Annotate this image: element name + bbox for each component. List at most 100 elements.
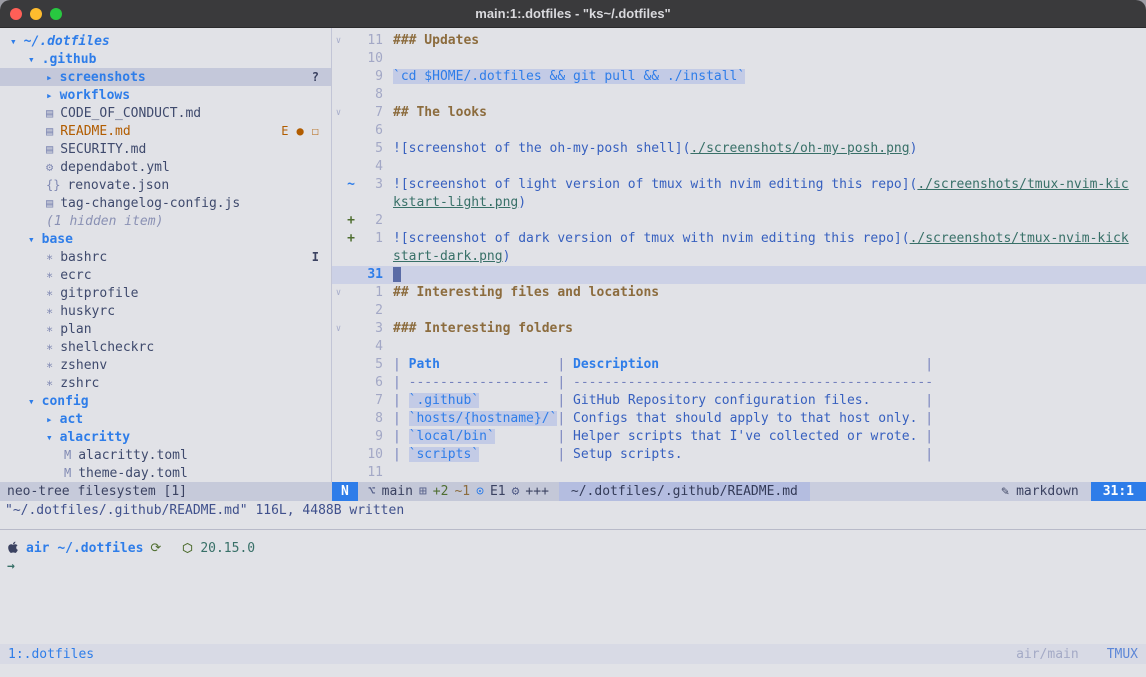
editor-line[interactable]: 5| Path | Description |: [332, 356, 1146, 374]
titlebar[interactable]: main:1:.dotfiles - "ks~/.dotfiles": [0, 0, 1146, 28]
neotree-panel[interactable]: ▾~/.dotfiles▾.github▸screenshots?▸workfl…: [0, 28, 332, 482]
editor-line[interactable]: +1![screenshot of dark version of tmux w…: [332, 230, 1146, 248]
sign-column: [345, 356, 357, 374]
editor-line[interactable]: 7| `.github` | GitHub Repository configu…: [332, 392, 1146, 410]
tree-item-gitprofile[interactable]: ∗gitprofile: [0, 284, 331, 302]
tree-item-github[interactable]: ▾.github: [0, 50, 331, 68]
text-segment-txt: ): [518, 195, 526, 210]
line-number: 9: [357, 428, 383, 446]
tree-item-config[interactable]: ▾config: [0, 392, 331, 410]
line-number: 9: [357, 68, 383, 86]
tree-item-zshenv[interactable]: ∗zshenv: [0, 356, 331, 374]
tree-item-label: zshrc: [60, 376, 99, 391]
editor-line[interactable]: 4: [332, 158, 1146, 176]
line-text: ## Interesting files and locations: [393, 284, 659, 302]
editor-line[interactable]: ∨7## The looks: [332, 104, 1146, 122]
tree-item-1-hidden-item[interactable]: (1 hidden item): [0, 212, 331, 230]
text-segment-pipe: |: [917, 357, 933, 372]
tree-item-dependabot-yml[interactable]: ⚙dependabot.yml: [0, 158, 331, 176]
editor-line[interactable]: 9`cd $HOME/.dotfiles && git pull && ./in…: [332, 68, 1146, 86]
tree-item-plan[interactable]: ∗plan: [0, 320, 331, 338]
fold-column: [332, 248, 345, 266]
prompt-cwd: ~/.dotfiles: [57, 541, 143, 556]
editor-line[interactable]: 8| `hosts/{hostname}/`| Configs that sho…: [332, 410, 1146, 428]
fold-chevron-icon[interactable]: ∨: [332, 32, 345, 50]
editor-line[interactable]: start-dark.png): [332, 248, 1146, 266]
tree-item-code-of-conduct-md[interactable]: ▤CODE_OF_CONDUCT.md: [0, 104, 331, 122]
line-number: 4: [357, 158, 383, 176]
shell-pane[interactable]: air ~/.dotfiles ⟳ 20.15.0 →: [0, 529, 1146, 644]
tmux-statusbar-right: air/main TMUX: [1016, 647, 1138, 662]
window-title: main:1:.dotfiles - "ks~/.dotfiles": [0, 6, 1146, 21]
editor-cursor-line[interactable]: 31: [332, 266, 1146, 284]
editor-line[interactable]: +2: [332, 212, 1146, 230]
editor-line[interactable]: 9| `local/bin` | Helper scripts that I'v…: [332, 428, 1146, 446]
text-segment-txt: [479, 447, 557, 462]
editor-line[interactable]: 4: [332, 338, 1146, 356]
tree-item-tag-changelog-config-js[interactable]: ▤tag-changelog-config.js: [0, 194, 331, 212]
tree-item-label: alacritty.toml: [78, 448, 188, 463]
zoom-button[interactable]: [50, 8, 62, 20]
sign-column: [345, 140, 357, 158]
tree-item-alacritty[interactable]: ▾alacritty: [0, 428, 331, 446]
line-number: 7: [357, 104, 383, 122]
tree-item-security-md[interactable]: ▤SECURITY.md: [0, 140, 331, 158]
fold-chevron-icon[interactable]: ∨: [332, 320, 345, 338]
line-number: 4: [357, 338, 383, 356]
filetype-label: markdown: [1016, 482, 1079, 501]
tree-item-bashrc[interactable]: ∗bashrcI: [0, 248, 331, 266]
editor-panel[interactable]: ∨11### Updates109`cd $HOME/.dotfiles && …: [332, 28, 1146, 482]
tree-item-renovate-json[interactable]: {}renovate.json: [0, 176, 331, 194]
markdown-file-icon: ▤: [46, 142, 53, 156]
editor-line[interactable]: 11: [332, 464, 1146, 482]
fold-column: [332, 464, 345, 482]
line-text: | Path | Description |: [393, 356, 933, 374]
text-segment-pipe: |: [557, 429, 573, 444]
tree-item-shellcheckrc[interactable]: ∗shellcheckrc: [0, 338, 331, 356]
shell-input-line[interactable]: →: [7, 559, 1146, 577]
close-button[interactable]: [10, 8, 22, 20]
bottom-margin: [0, 664, 1146, 677]
shell-rc-file-icon: ∗: [46, 358, 53, 372]
editor-line[interactable]: kstart-light.png): [332, 194, 1146, 212]
editor-line[interactable]: ~3![screenshot of light version of tmux …: [332, 176, 1146, 194]
apple-icon: [7, 541, 19, 555]
tmux-window-label[interactable]: 1:.dotfiles: [8, 647, 94, 662]
tree-item-act[interactable]: ▸act: [0, 410, 331, 428]
editor-line[interactable]: 5![screenshot of the oh-my-posh shell](.…: [332, 140, 1146, 158]
editor-line[interactable]: 2: [332, 302, 1146, 320]
tree-item-badges: ?: [312, 70, 331, 84]
minimize-button[interactable]: [30, 8, 42, 20]
tree-item-zshrc[interactable]: ∗zshrc: [0, 374, 331, 392]
fold-chevron-icon[interactable]: ∨: [332, 284, 345, 302]
tree-item-label: screenshots: [60, 70, 146, 85]
fold-column: [332, 50, 345, 68]
tree-item-base[interactable]: ▾base: [0, 230, 331, 248]
editor-line[interactable]: ∨11### Updates: [332, 32, 1146, 50]
line-number: 2: [357, 212, 383, 230]
git-change-sign: ~: [345, 176, 357, 194]
js-file-icon: ▤: [46, 196, 53, 210]
tree-item-alacritty-toml[interactable]: Malacritty.toml: [0, 446, 331, 464]
fold-column: [332, 230, 345, 248]
editor-line[interactable]: ∨1## Interesting files and locations: [332, 284, 1146, 302]
fold-chevron-icon[interactable]: ∨: [332, 104, 345, 122]
tree-item-dotfiles[interactable]: ▾~/.dotfiles: [0, 32, 331, 50]
tree-item-workflows[interactable]: ▸workflows: [0, 86, 331, 104]
tree-item-theme-day-toml[interactable]: Mtheme-day.toml: [0, 464, 331, 482]
tree-item-ecrc[interactable]: ∗ecrc: [0, 266, 331, 284]
line-number: [357, 194, 383, 212]
text-segment-pipe: | ------------------ | -----------------…: [393, 375, 933, 390]
editor-line[interactable]: 10| `scripts` | Setup scripts. |: [332, 446, 1146, 464]
editor-line[interactable]: 6: [332, 122, 1146, 140]
fold-column: [332, 266, 345, 284]
tree-item-huskyrc[interactable]: ∗huskyrc: [0, 302, 331, 320]
text-segment-url: ./screenshots/oh-my-posh.png: [690, 141, 909, 156]
tree-item-screenshots[interactable]: ▸screenshots?: [0, 68, 331, 86]
editor-line[interactable]: ∨3### Interesting folders: [332, 320, 1146, 338]
tree-item-readme-md[interactable]: ▤README.mdE●☐: [0, 122, 331, 140]
editor-line[interactable]: 8: [332, 86, 1146, 104]
text-segment-code: `scripts`: [409, 447, 479, 462]
editor-line[interactable]: 6| ------------------ | ----------------…: [332, 374, 1146, 392]
editor-line[interactable]: 10: [332, 50, 1146, 68]
